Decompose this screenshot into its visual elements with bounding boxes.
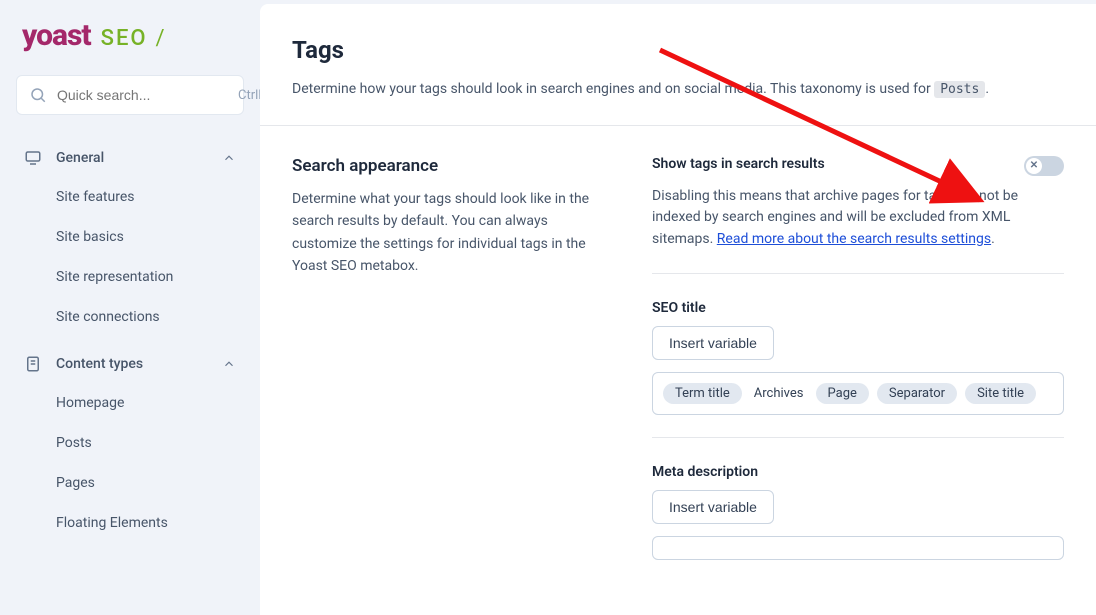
chevron-up-icon [222,357,236,371]
sidebar-item-floating-elements[interactable]: Floating Elements [16,503,244,543]
chevron-up-icon [222,151,236,165]
meta-desc-insert-variable-button[interactable]: Insert variable [652,490,774,524]
search-input[interactable] [57,87,238,103]
show-tags-toggle[interactable]: ✕ [1024,156,1064,176]
section-fields: Show tags in search results ✕ Disabling … [652,156,1064,560]
variable-chip[interactable]: Term title [663,383,742,404]
nav-header-content-types[interactable]: Content types [16,345,244,383]
toggle-help-post: . [991,231,995,247]
search-icon [29,86,47,104]
sidebar-item-site-representation[interactable]: Site representation [16,257,244,297]
sidebar-item-homepage[interactable]: Homepage [16,383,244,423]
variable-chip[interactable]: Site title [965,383,1036,404]
page-title: Tags [292,36,1064,64]
seo-title-label: SEO title [652,300,1064,316]
sidebar-item-posts[interactable]: Posts [16,423,244,463]
main-panel: Tags Determine how your tags should look… [260,4,1096,615]
toggle-label: Show tags in search results [652,156,825,172]
section-intro: Search appearance Determine what your ta… [292,156,612,560]
section-title: Search appearance [292,156,612,176]
page-desc-text: Determine how your tags should look in s… [292,81,934,97]
sidebar: yoast SEO / CtrlK General Site features … [0,0,260,615]
variable-chip[interactable]: Separator [877,383,957,404]
main-header: Tags Determine how your tags should look… [260,4,1096,126]
meta-desc-input[interactable] [652,536,1064,560]
sidebar-item-site-basics[interactable]: Site basics [16,217,244,257]
logo-slash: / [156,26,165,51]
nav-group-general: General Site features Site basics Site r… [16,139,244,337]
nav-group-content-types: Content types Homepage Posts Pages Float… [16,345,244,543]
logo: yoast SEO / [16,18,244,53]
monitor-icon [24,149,42,167]
nav-header-general[interactable]: General [16,139,244,177]
sidebar-item-pages[interactable]: Pages [16,463,244,503]
field-meta-description: Meta description Insert variable [652,464,1064,560]
document-icon [24,355,42,373]
logo-suffix: SEO [101,26,148,51]
seo-title-insert-variable-button[interactable]: Insert variable [652,326,774,360]
meta-desc-label: Meta description [652,464,1064,480]
content-row: Search appearance Determine what your ta… [260,126,1096,560]
field-show-tags: Show tags in search results ✕ Disabling … [652,156,1064,274]
nav-header-label: Content types [56,356,222,372]
taxonomy-pill: Posts [934,81,985,98]
toggle-help: Disabling this means that archive pages … [652,186,1064,251]
literal-text: Archives [750,383,808,404]
field-seo-title: SEO title Insert variable Term title Arc… [652,300,1064,438]
sidebar-item-site-features[interactable]: Site features [16,177,244,217]
sidebar-item-site-connections[interactable]: Site connections [16,297,244,337]
toggle-help-link[interactable]: Read more about the search results setti… [717,231,991,247]
section-desc: Determine what your tags should look lik… [292,188,612,278]
seo-title-input[interactable]: Term title Archives Page Separator Site … [652,372,1064,415]
logo-brand: yoast [22,18,91,53]
search-box[interactable]: CtrlK [16,75,244,115]
page-description: Determine how your tags should look in s… [292,78,1064,101]
nav-header-label: General [56,150,222,166]
page-desc-post: . [985,81,989,97]
toggle-knob-off-icon: ✕ [1026,158,1042,174]
variable-chip[interactable]: Page [816,383,869,404]
